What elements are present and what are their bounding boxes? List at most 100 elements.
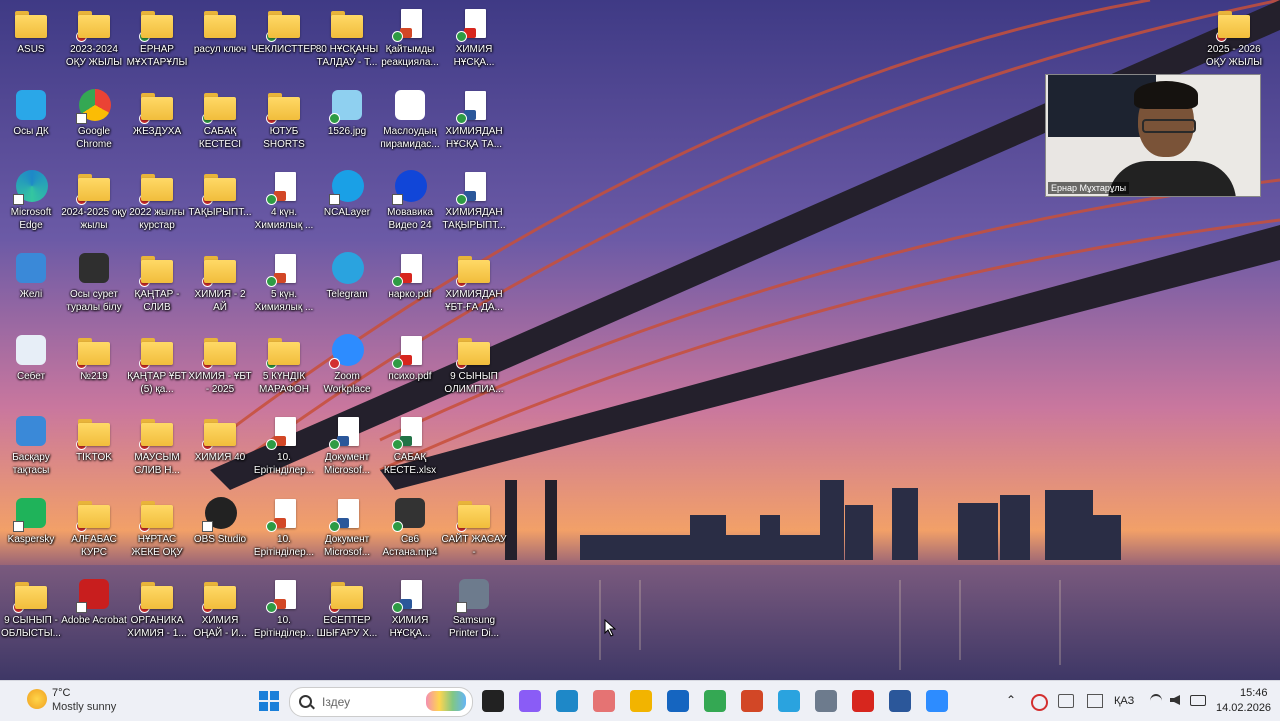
- app-icon[interactable]: [815, 690, 837, 712]
- desktop-icon[interactable]: TIKTOK: [63, 408, 125, 488]
- wifi-icon[interactable]: [1150, 694, 1162, 708]
- desktop-icon[interactable]: Св6 Астана.mp4: [379, 490, 441, 570]
- desktop-icon[interactable]: расул ключ: [189, 0, 251, 80]
- language-indicator[interactable]: ҚАЗ: [1114, 695, 1134, 707]
- desktop-icon[interactable]: ХИМИЯ НҰСҚА...: [443, 0, 505, 80]
- chrome-icon[interactable]: [704, 690, 726, 712]
- desktop-icon-label: 4 күн. Химиялық ...: [254, 207, 314, 231]
- desktop-icon[interactable]: ХИМИЯ НҰСҚА...: [379, 571, 441, 651]
- acrobat-icon[interactable]: [852, 690, 874, 712]
- desktop-icon[interactable]: ҚАҢТАР ҰБТ (5) қа...: [126, 327, 188, 407]
- desktop-icon[interactable]: ХИМИЯДАН ТАҚЫРЫПТ...: [442, 163, 506, 243]
- desktop-icon[interactable]: Мовавика Видео 24: [379, 163, 441, 243]
- desktop-icon[interactable]: Telegram: [316, 245, 378, 325]
- desktop-icon[interactable]: OBS Studio: [189, 490, 251, 570]
- desktop-icon[interactable]: 5 КҮНДІК МАРАФОН: [253, 327, 315, 407]
- desktop-icon[interactable]: Samsung Printer Di...: [443, 571, 505, 651]
- tray-display-icon[interactable]: [1087, 694, 1103, 708]
- desktop-icon[interactable]: 2022 жылғы курстар: [126, 163, 188, 243]
- desktop-icon[interactable]: Осы сурет туралы білу: [63, 245, 125, 325]
- desktop-icon[interactable]: Adobe Acrobat: [61, 571, 127, 651]
- desktop-icon[interactable]: 10. Ерітінділер...: [253, 571, 315, 651]
- desktop-icon[interactable]: 10. Ерітінділер...: [253, 490, 315, 570]
- desktop-icon-label: 2024-2025 оқу жылы: [61, 207, 127, 231]
- start-button[interactable]: [259, 691, 279, 711]
- desktop-icon[interactable]: САБАҚ КЕСТЕСІ: [189, 82, 251, 162]
- desktop-icon-label: нарко.pdf: [388, 289, 432, 300]
- clock-time[interactable]: 15:46: [1240, 687, 1268, 699]
- desktop-icon[interactable]: нарко.pdf: [379, 245, 441, 325]
- sync-ok-icon: [266, 358, 277, 369]
- desktop-icon[interactable]: 1526.jpg: [316, 82, 378, 162]
- file-explorer-icon[interactable]: [630, 690, 652, 712]
- copilot-icon[interactable]: [519, 690, 541, 712]
- desktop-icon[interactable]: ЧЕКЛИСТТЕР: [251, 0, 317, 80]
- desktop-icon[interactable]: 2023-2024 ОҚУ ЖЫЛЫ: [63, 0, 125, 80]
- desktop-icon[interactable]: САБАҚ КЕСТЕ.xlsx: [379, 408, 441, 488]
- desktop-icon[interactable]: 80 НҰСҚАНЫ ТАЛДАУ - Т...: [316, 0, 378, 80]
- zoom-icon: [329, 333, 365, 369]
- snipping-tool-icon[interactable]: [593, 690, 615, 712]
- edge-icon[interactable]: [556, 690, 578, 712]
- desktop-icon[interactable]: 9 СЫНЫП - ОБЛЫСТЫ...: [0, 571, 62, 651]
- desktop-icon[interactable]: Документ Microsof...: [316, 490, 378, 570]
- desktop-icon[interactable]: Басқару тақтасы: [0, 408, 62, 488]
- desktop-icon-label: АЛҒАБАС КУРС: [71, 534, 117, 558]
- word-icon[interactable]: [889, 690, 911, 712]
- desktop-icon[interactable]: Google Chrome: [63, 82, 125, 162]
- desktop-icon[interactable]: ЕСЕПТЕР ШЫҒАРУ Х...: [316, 571, 378, 651]
- battery-icon[interactable]: [1190, 695, 1206, 706]
- desktop-icon[interactable]: Zoom Workplace: [316, 327, 378, 407]
- desktop-icon[interactable]: 2024-2025 оқу жылы: [61, 163, 127, 243]
- desktop-icon[interactable]: Қайтымды реакцияла...: [379, 0, 441, 80]
- desktop-icon[interactable]: ТАҚЫРЫПТ...: [188, 163, 252, 243]
- desktop-icon[interactable]: 10. Ерітінділер...: [253, 408, 315, 488]
- desktop-icon-label: ЧЕКЛИСТТЕР: [251, 44, 317, 55]
- desktop-icon[interactable]: ОРГАНИКА ХИМИЯ - 1...: [126, 571, 188, 651]
- tray-pen-icon[interactable]: [1058, 694, 1074, 708]
- desktop-icon[interactable]: ҚАҢТАР - СЛИВ: [126, 245, 188, 325]
- powerpoint-icon[interactable]: [741, 690, 763, 712]
- desktop-icon[interactable]: ХИМИЯДАН ҰБТ-ҒА ДА...: [443, 245, 505, 325]
- desktop-icon[interactable]: НҰРТАС ЖЕКЕ ОҚУ: [126, 490, 188, 570]
- clock-date[interactable]: 14.02.2026: [1216, 702, 1271, 714]
- sync-error-icon: [76, 358, 87, 369]
- desktop-icon[interactable]: Себет: [0, 327, 62, 407]
- weather-widget[interactable]: 7°C Mostly sunny: [10, 681, 120, 721]
- desktop-icon[interactable]: ASUS: [0, 0, 62, 80]
- desktop-icon[interactable]: Осы ДК: [0, 82, 62, 162]
- desktop-icon[interactable]: ЮТУБ SHORTS: [253, 82, 315, 162]
- desktop-icon[interactable]: ХИМИЯ - 2 АЙ: [189, 245, 251, 325]
- desktop-icon[interactable]: NCALayer: [316, 163, 378, 243]
- desktop-icon[interactable]: 4 күн. Химиялық ...: [253, 163, 315, 243]
- desktop-icon[interactable]: Microsoft Edge: [0, 163, 62, 243]
- desktop-icon[interactable]: Kaspersky: [0, 490, 62, 570]
- desktop-icon[interactable]: МАУСЫМ СЛИВ Н...: [126, 408, 188, 488]
- search-box[interactable]: Іздеу: [289, 687, 473, 717]
- desktop-icon[interactable]: ХИМИЯ 40: [189, 408, 251, 488]
- desktop-icon[interactable]: 2025 - 2026 ОҚУ ЖЫЛЫ: [1203, 0, 1265, 80]
- desktop-icon[interactable]: Документ Microsof...: [316, 408, 378, 488]
- show-hidden-icons-button[interactable]: ⌃: [1006, 693, 1016, 707]
- desktop-icon[interactable]: ХИМИЯ ОҢАЙ - И...: [189, 571, 251, 651]
- store-icon[interactable]: [667, 690, 689, 712]
- desktop-icon[interactable]: Маслоудың пирамидас...: [379, 82, 441, 162]
- desktop-icon[interactable]: ЖЕЗДУХА: [126, 82, 188, 162]
- desktop-icon[interactable]: САЙТ ЖАСАУ -: [441, 490, 507, 570]
- desktop-icon[interactable]: 9 СЫНЫП ОЛИМПИА...: [443, 327, 505, 407]
- desktop-icon[interactable]: №219: [63, 327, 125, 407]
- desktop-icon[interactable]: Желі: [0, 245, 62, 325]
- desktop-icon[interactable]: ХИМИЯДАН НҰСҚА ТА...: [443, 82, 505, 162]
- desktop-icon[interactable]: 5 күн. Химиялық ...: [253, 245, 315, 325]
- desktop-icon[interactable]: ЕРНАР МҰХТАРҰЛЫ: [126, 0, 188, 80]
- ppt-icon: [392, 6, 428, 42]
- task-view-icon[interactable]: [482, 690, 504, 712]
- desktop-icon[interactable]: ХИМИЯ - ҰБТ - 2025: [188, 327, 252, 407]
- volume-icon[interactable]: [1170, 695, 1180, 705]
- zoom-icon[interactable]: [926, 690, 948, 712]
- telegram-icon[interactable]: [778, 690, 800, 712]
- printer-icon: [456, 577, 492, 613]
- desktop-icon[interactable]: АЛҒАБАС КУРС: [63, 490, 125, 570]
- desktop-icon[interactable]: психо.pdf: [379, 327, 441, 407]
- tray-app-icon[interactable]: [1031, 694, 1048, 711]
